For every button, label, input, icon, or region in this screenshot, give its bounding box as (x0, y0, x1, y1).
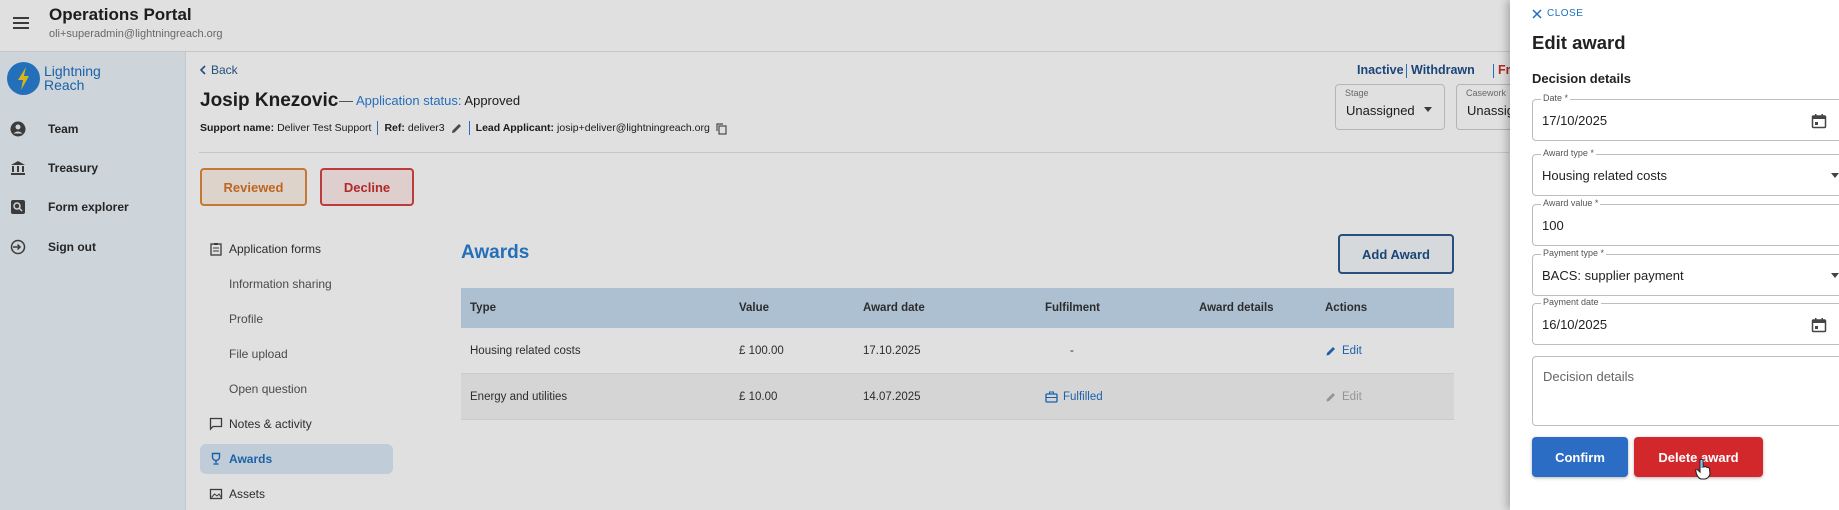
field-value: 17/10/2025 (1542, 112, 1608, 128)
decision-details-textarea[interactable]: Decision details (1532, 356, 1839, 426)
calendar-icon[interactable] (1811, 113, 1827, 129)
payment-type-select[interactable]: Payment type * BACS: supplier payment (1532, 248, 1839, 296)
caret-down-icon (1831, 173, 1839, 178)
hand-cursor-icon (1694, 458, 1712, 480)
close-button[interactable]: CLOSE (1532, 8, 1583, 19)
payment-date-field[interactable]: Payment date 16/10/2025 (1532, 297, 1839, 345)
field-value: 16/10/2025 (1542, 316, 1608, 332)
close-label: CLOSE (1547, 8, 1584, 19)
caret-down-icon (1831, 273, 1839, 278)
modal-backdrop[interactable] (0, 0, 1510, 510)
drawer-title: Edit award (1532, 32, 1626, 53)
section-title: Decision details (1532, 71, 1631, 86)
confirm-button[interactable]: Confirm (1532, 437, 1628, 477)
edit-award-drawer: CLOSE Edit award Decision details Date *… (1510, 0, 1839, 510)
date-field[interactable]: Date * 17/10/2025 (1532, 93, 1839, 141)
award-type-select[interactable]: Award type * Housing related costs (1532, 148, 1839, 196)
field-value: Housing related costs (1542, 167, 1668, 183)
close-icon (1532, 8, 1542, 19)
field-value: 100 (1542, 217, 1564, 233)
field-value: BACS: supplier payment (1542, 267, 1684, 283)
award-value-input[interactable]: Award value * 100 (1532, 198, 1839, 246)
calendar-icon[interactable] (1811, 317, 1827, 333)
